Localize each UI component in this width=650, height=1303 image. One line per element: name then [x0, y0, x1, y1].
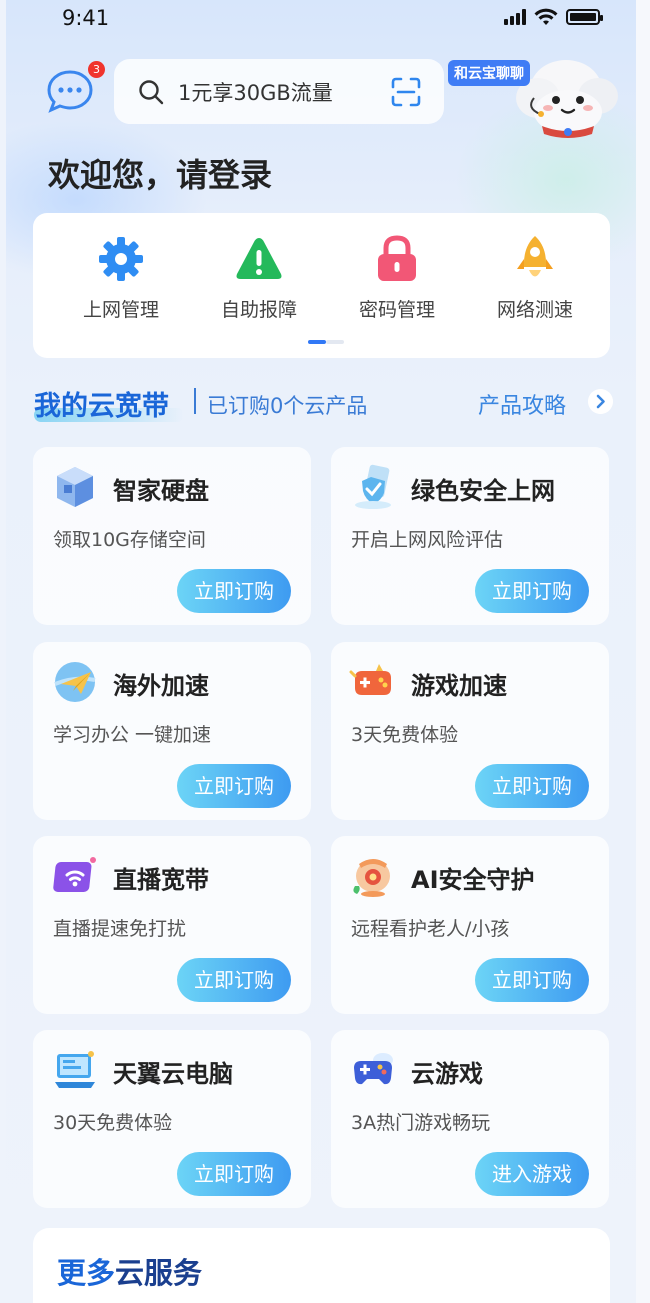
subscribe-button[interactable]: 立即订购	[177, 958, 291, 1002]
product-title: 智家硬盘	[113, 477, 209, 505]
quick-item-speed-test[interactable]: 网络测速	[485, 233, 585, 322]
lock-icon	[378, 235, 416, 281]
quick-item-label: 自助报障	[220, 299, 297, 321]
more-services-title-rest: 云服务	[115, 1256, 203, 1290]
chat-bubble-icon	[47, 70, 93, 113]
message-badge: 3	[88, 61, 105, 78]
wifi-icon	[53, 857, 96, 892]
app-screen: 9:41 3 1元享30GB流量 和云宝聊聊 欢迎您，请登录 上网管理 自助报障…	[6, 0, 636, 1303]
product-desc: 3A热门游戏畅玩	[351, 1112, 491, 1134]
product-desc: 学习办公 一键加速	[53, 724, 212, 746]
product-title: 云游戏	[411, 1060, 483, 1088]
scan-icon[interactable]	[390, 76, 422, 108]
product-card-smart-disk[interactable]: 智家硬盘 领取10G存储空间 立即订购	[33, 447, 311, 625]
more-services-title-accent: 更多	[57, 1256, 116, 1290]
gamepad-icon	[349, 664, 391, 695]
quick-menu: 上网管理 自助报障 密码管理 网络测速	[33, 213, 610, 358]
product-desc: 3天免费体验	[351, 724, 459, 746]
more-services-title: 更多云服务	[57, 1250, 202, 1292]
enter-game-button[interactable]: 进入游戏	[475, 1152, 589, 1196]
controller-icon	[354, 1053, 393, 1085]
status-icons	[504, 8, 603, 26]
product-desc: 领取10G存储空间	[53, 529, 206, 551]
computer-icon	[55, 1051, 95, 1088]
product-card-green-safe-internet[interactable]: 绿色安全上网 开启上网风险评估 立即订购	[331, 447, 609, 625]
warning-icon	[236, 238, 282, 279]
shield-icon	[355, 464, 391, 509]
cellular-signal-icon	[504, 9, 526, 25]
quick-item-label: 上网管理	[82, 299, 159, 321]
chevron-right-icon[interactable]	[588, 389, 613, 414]
message-button[interactable]	[46, 68, 94, 114]
quick-item-self-service-report[interactable]: 自助报障	[209, 233, 309, 322]
product-title: 游戏加速	[411, 672, 507, 700]
camera-icon	[353, 859, 390, 897]
product-title: 直播宽带	[113, 866, 209, 894]
section-title: 我的云宽带	[34, 391, 169, 422]
subscribe-button[interactable]: 立即订购	[177, 1152, 291, 1196]
product-title: 天翼云电脑	[113, 1060, 233, 1088]
product-guide-link[interactable]: 产品攻略	[478, 388, 566, 420]
product-title: 绿色安全上网	[411, 477, 555, 505]
subscribe-button[interactable]: 立即订购	[475, 958, 589, 1002]
quick-item-network-management[interactable]: 上网管理	[71, 233, 171, 322]
status-time: 9:41	[62, 6, 110, 30]
product-card-game-acceleration[interactable]: 游戏加速 3天免费体验 立即订购	[331, 642, 609, 820]
search-placeholder: 1元享30GB流量	[178, 80, 333, 105]
page-dot	[326, 340, 344, 344]
quick-item-password-management[interactable]: 密码管理	[347, 233, 447, 322]
search-bar[interactable]: 1元享30GB流量	[114, 59, 444, 124]
product-desc: 开启上网风险评估	[351, 529, 504, 551]
subscribe-button[interactable]: 立即订购	[177, 764, 291, 808]
subscribe-button[interactable]: 立即订购	[475, 764, 589, 808]
quick-item-label: 密码管理	[358, 299, 435, 321]
section-divider	[194, 388, 196, 414]
page-edge	[636, 0, 650, 1303]
battery-icon	[566, 9, 603, 25]
more-services-panel: 更多云服务	[33, 1228, 610, 1303]
product-card-live-broadband[interactable]: 直播宽带 直播提速免打扰 立即订购	[33, 836, 311, 1014]
quick-item-label: 网络测速	[496, 299, 573, 321]
product-card-ai-safety-guard[interactable]: AI安全守护 远程看护老人/小孩 立即订购	[331, 836, 609, 1014]
search-icon	[139, 79, 164, 104]
product-card-overseas-acceleration[interactable]: 海外加速 学习办公 一键加速 立即订购	[33, 642, 311, 820]
page-indicator	[308, 340, 344, 344]
product-desc: 远程看护老人/小孩	[351, 918, 510, 940]
assistant-label: 和云宝聊聊	[448, 60, 530, 86]
section-subtitle: 已订购0个云产品	[207, 394, 368, 418]
login-greeting[interactable]: 欢迎您，请登录	[48, 150, 272, 196]
product-card-tianyi-cloud-pc[interactable]: 天翼云电脑 30天免费体验 立即订购	[33, 1030, 311, 1208]
wifi-status-icon	[534, 8, 558, 25]
product-title: AI安全守护	[411, 866, 535, 894]
subscribe-button[interactable]: 立即订购	[475, 569, 589, 613]
assistant-mascot[interactable]: 和云宝聊聊	[446, 52, 626, 142]
gear-icon	[99, 237, 143, 281]
product-card-cloud-gaming[interactable]: 云游戏 3A热门游戏畅玩 进入游戏	[331, 1030, 609, 1208]
product-desc: 直播提速免打扰	[53, 918, 187, 940]
product-title: 海外加速	[113, 672, 209, 700]
subscribe-button[interactable]: 立即订购	[177, 569, 291, 613]
rocket-icon	[517, 236, 553, 277]
page-dot-active	[308, 340, 326, 344]
paper-plane-icon	[54, 662, 96, 702]
product-desc: 30天免费体验	[53, 1112, 173, 1134]
storage-box-icon	[57, 467, 93, 507]
